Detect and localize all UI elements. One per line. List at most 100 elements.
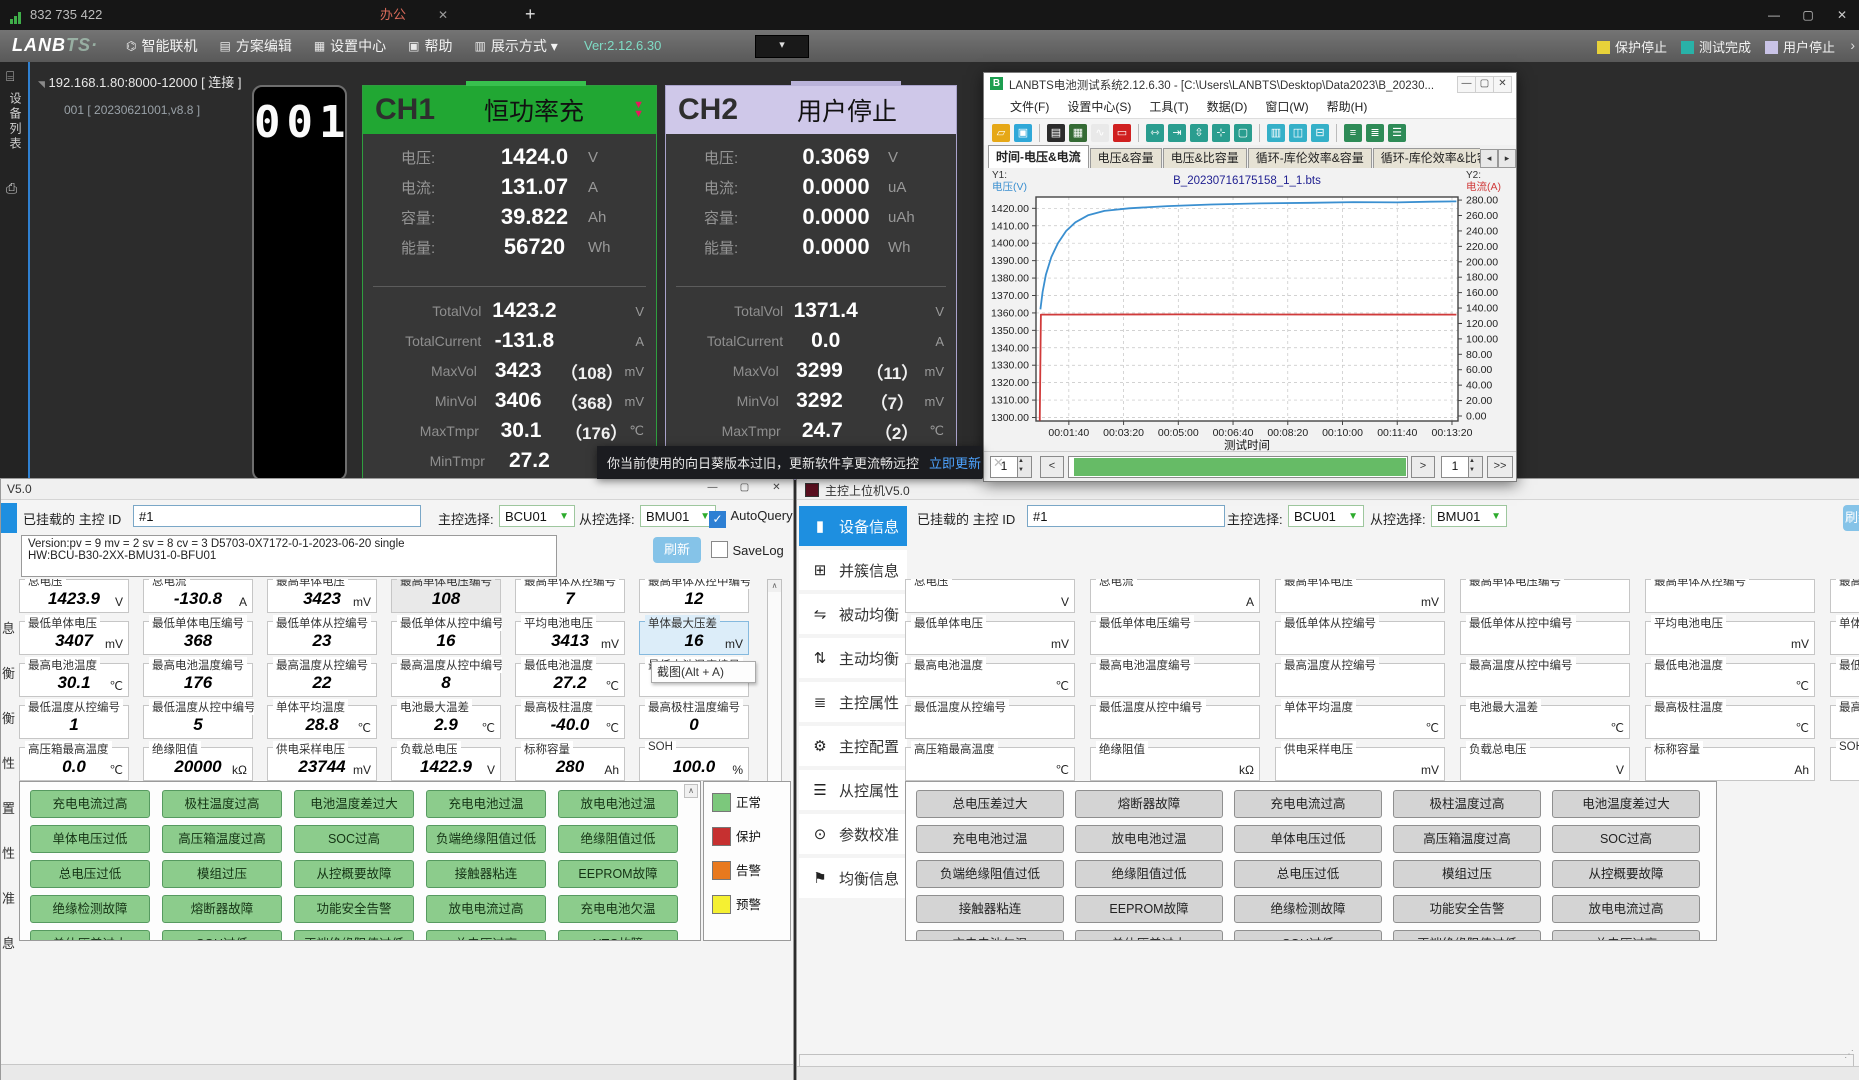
data-card[interactable]: 单体平均温度℃	[1275, 705, 1445, 739]
data-card[interactable]: 最高电池温度℃	[905, 663, 1075, 697]
fault-status-button[interactable]: 模组过压	[162, 860, 282, 888]
data-card[interactable]: 最高温度从控编号	[1275, 663, 1445, 697]
page-spinner-right[interactable]: 1	[1441, 456, 1469, 478]
zoom-h-icon[interactable]: ⇿	[1146, 124, 1164, 142]
data-card[interactable]: 总电流A	[1090, 579, 1260, 613]
chart-close-button[interactable]: ✕	[1493, 76, 1512, 93]
fault-status-button[interactable]: 接触器粘连	[916, 895, 1064, 923]
left-sidebar-sliver[interactable]: 置	[2, 798, 17, 817]
data-card[interactable]: 最高温度从控中编号8	[391, 663, 501, 697]
data-card[interactable]: 最高单体从控中编号12	[639, 579, 749, 613]
fault-status-button[interactable]: 电池温度差过大	[1552, 790, 1700, 818]
fault-status-button[interactable]: 极柱温度过高	[1393, 790, 1541, 818]
chart-menu-item[interactable]: 窗口(W)	[1265, 98, 1308, 115]
data-card[interactable]: SOH100.0%	[639, 747, 749, 781]
fault-status-button[interactable]: 绝缘检测故障	[1234, 895, 1382, 923]
toolbar-menu-item[interactable]: ▦设置中心	[308, 30, 392, 62]
resize-grip-icon[interactable]: ⋰	[1844, 1049, 1854, 1060]
fault-status-button[interactable]: EEPROM故障	[558, 860, 678, 888]
table-medium-icon[interactable]: ≣	[1366, 124, 1384, 142]
sidebar-item[interactable]: ⚙主控配置	[799, 726, 907, 766]
fault-status-button[interactable]: 功能安全告警	[294, 895, 414, 923]
data-card[interactable]: 最低电池温度27.2℃	[515, 663, 625, 697]
fault-status-button[interactable]: NTC故障	[558, 930, 678, 941]
data-card[interactable]: 最高单体从控中编号	[1830, 579, 1859, 613]
left-sidebar-sliver[interactable]: 息	[2, 618, 17, 637]
window-minimize-button[interactable]: —	[1757, 0, 1791, 30]
schedule-icon[interactable]: ▭	[1113, 124, 1131, 142]
tab-scroll-right-icon[interactable]: ▸	[1498, 149, 1516, 168]
sidebar-item[interactable]: ⊞并簇信息	[799, 550, 907, 590]
data-card[interactable]: 最高极柱温度℃	[1645, 705, 1815, 739]
tree-expand-icon[interactable]: ◥	[38, 79, 45, 89]
master-select[interactable]: BCU01▼	[1288, 505, 1364, 527]
fault-status-button[interactable]: 充电电流过高	[1234, 790, 1382, 818]
data-card[interactable]: 最低单体从控中编号	[1460, 621, 1630, 655]
data-card[interactable]: 供电采样电压23744mV	[267, 747, 377, 781]
zoom-fit-icon[interactable]: ⊹	[1212, 124, 1230, 142]
page-prev-button[interactable]: <	[1040, 456, 1064, 478]
device-icon[interactable]: ▤	[1047, 124, 1065, 142]
chart-scrollbar[interactable]	[1068, 456, 1408, 478]
sidebar-item[interactable]: ⊙参数校准	[799, 814, 907, 854]
data-card[interactable]: 最高温度从控中编号	[1460, 663, 1630, 697]
data-card[interactable]: 供电采样电压mV	[1275, 747, 1445, 781]
chart-tab[interactable]: 循环-库伦效率&容量	[1248, 148, 1372, 168]
fault-status-button[interactable]: 单体电压过低	[30, 825, 150, 853]
table-large-icon[interactable]: ☰	[1388, 124, 1406, 142]
fault-status-button[interactable]: SOH过低	[1234, 930, 1382, 941]
data-card[interactable]: 最低单体从控编号	[1275, 621, 1445, 655]
data-card[interactable]: 最高电池温度30.1℃	[19, 663, 129, 697]
fault-status-button[interactable]: 充电电池欠温	[916, 930, 1064, 941]
zoom-v-icon[interactable]: ⇳	[1190, 124, 1208, 142]
toolbar-menu-item[interactable]: ▤方案编辑	[213, 30, 297, 62]
browser-tab[interactable]: 办公	[370, 0, 416, 30]
device-list-icon[interactable]: ⌸	[6, 68, 14, 85]
fault-status-button[interactable]: 熔断器故障	[1075, 790, 1223, 818]
data-card[interactable]: 平均电池电压3413mV	[515, 621, 625, 655]
fault-status-button[interactable]: 从控概要故障	[294, 860, 414, 888]
ch1-header[interactable]: CH1 恒功率充 ▼▼	[363, 86, 656, 134]
sidebar-item[interactable]: ≣主控属性	[799, 682, 907, 722]
grid-scrollbar[interactable]	[767, 592, 782, 790]
data-card[interactable]: 最高单体从控编号	[1645, 579, 1815, 613]
data-card[interactable]: 最低温度从控编号1	[19, 705, 129, 739]
fault-status-button[interactable]: 高压箱温度过高	[1393, 825, 1541, 853]
data-card[interactable]: 总电压1423.9V	[19, 579, 129, 613]
data-card[interactable]: 高压箱最高温度℃	[905, 747, 1075, 781]
data-card[interactable]: 最低单体电压3407mV	[19, 621, 129, 655]
fault-status-button[interactable]: 绝缘检测故障	[30, 895, 150, 923]
data-card[interactable]: 最低单体电压mV	[905, 621, 1075, 655]
data-card[interactable]: 最高极柱温度-40.0℃	[515, 705, 625, 739]
data-card[interactable]: 总电压V	[905, 579, 1075, 613]
data-card[interactable]: 最高单体电压编号108	[391, 579, 501, 613]
page-next-button[interactable]: >	[1411, 456, 1435, 478]
fault-status-button[interactable]: 接触器粘连	[426, 860, 546, 888]
data-card[interactable]: 最高温度从控编号22	[267, 663, 377, 697]
data-card[interactable]: 标称容量Ah	[1645, 747, 1815, 781]
open-file-icon[interactable]: ▱	[992, 124, 1010, 142]
left-window-titlebar[interactable]: V5.0 — ▢ ✕	[1, 479, 793, 500]
data-card[interactable]: 最低单体电压编号	[1090, 621, 1260, 655]
fault-status-button[interactable]: 总电压过高	[1552, 930, 1700, 941]
window-close-button[interactable]: ✕	[1825, 0, 1859, 30]
toast-close-icon[interactable]: ✕	[993, 455, 1004, 471]
data-card[interactable]: 单体平均温度28.8℃	[267, 705, 377, 739]
data-card[interactable]: 电池最大温差℃	[1460, 705, 1630, 739]
new-tab-button[interactable]: +	[525, 0, 536, 30]
fault-status-button[interactable]: 绝缘阻值过低	[1075, 860, 1223, 888]
fault-status-button[interactable]: 熔断器故障	[162, 895, 282, 923]
data-card[interactable]: 单体最大压差16mV	[639, 621, 749, 655]
data-card[interactable]: 高压箱最高温度0.0℃	[19, 747, 129, 781]
data-card[interactable]: 单体最大压差mV	[1830, 621, 1859, 655]
chart-tab[interactable]: 电压&比容量	[1163, 148, 1247, 168]
master-select[interactable]: BCU01▼	[499, 505, 575, 527]
data-card[interactable]: SOH%	[1830, 747, 1859, 781]
data-card[interactable]: 最低温度从控编号	[905, 705, 1075, 739]
window-maximize-button[interactable]: ▢	[1791, 0, 1825, 30]
left-sidebar-sliver[interactable]: 息	[2, 933, 17, 952]
data-card[interactable]: 最低温度从控中编号5	[143, 705, 253, 739]
left-maximize-button[interactable]: ▢	[736, 481, 753, 496]
data-card[interactable]: 最高单体电压3423mV	[267, 579, 377, 613]
mounted-id-input[interactable]	[1027, 505, 1225, 527]
